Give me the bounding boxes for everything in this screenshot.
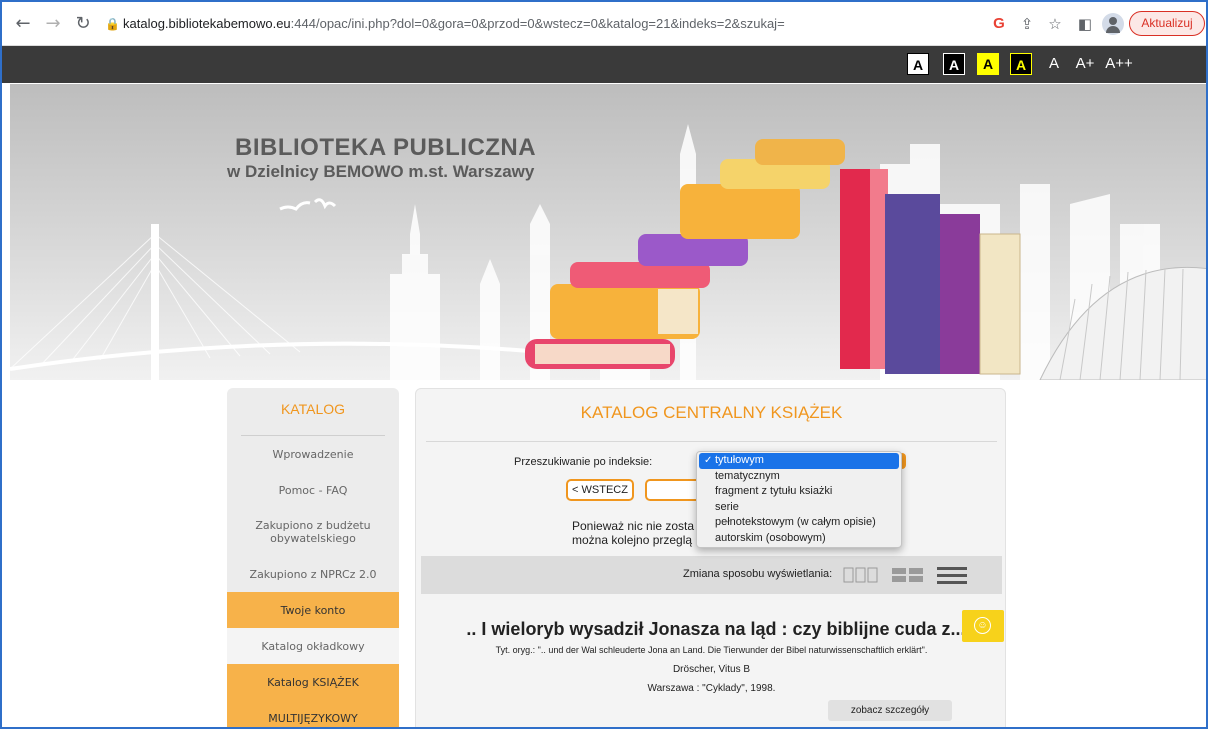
update-button[interactable]: Aktualizuj bbox=[1129, 11, 1205, 36]
kebab-menu-icon[interactable]: ⋮ bbox=[1200, 13, 1206, 35]
result-publication: Warszawa : "Cyklady", 1998. bbox=[647, 683, 776, 694]
divider bbox=[426, 441, 997, 442]
dropdown-option[interactable]: serie bbox=[697, 500, 901, 516]
dropdown-option[interactable]: pełnotekstowym (w całym opisie) bbox=[697, 515, 901, 531]
contrast-yellow-button[interactable]: A bbox=[977, 53, 999, 75]
profile-icon[interactable] bbox=[1102, 13, 1124, 35]
bookmark-star-icon[interactable]: ☆ bbox=[1044, 13, 1066, 35]
browser-toolbar: ← → ↻ 🔒 katalog.bibliotekabemowo.eu:444/o… bbox=[2, 2, 1206, 46]
accessibility-bar: A A A A A A+ A++ bbox=[2, 46, 1206, 83]
contrast-black-yellow-button[interactable]: A bbox=[1010, 53, 1032, 75]
page-title: KATALOG CENTRALNY KSIĄŻEK bbox=[580, 403, 843, 422]
google-icon[interactable]: G bbox=[988, 13, 1010, 35]
back-button[interactable]: < WSTECZ bbox=[566, 479, 634, 501]
font-bigger-button[interactable]: A+ bbox=[1074, 53, 1096, 75]
contrast-white-button[interactable]: A bbox=[907, 53, 929, 75]
url-host: katalog.bibliotekabemowo.eu bbox=[123, 16, 291, 31]
dropdown-option[interactable]: fragment z tytułu ksiażki bbox=[697, 484, 901, 500]
address-bar[interactable]: 🔒 katalog.bibliotekabemowo.eu:444/opac/in… bbox=[105, 10, 955, 38]
library-title: BIBLIOTEKA PUBLICZNA bbox=[235, 134, 537, 161]
main-panel: KATALOG CENTRALNY KSIĄŻEK Przeszukiwanie… bbox=[415, 388, 1006, 727]
index-search-label: Przeszukiwanie po indeksie: bbox=[514, 456, 653, 468]
sidebar-header: KATALOG bbox=[241, 388, 385, 436]
result-author: Dröscher, Vitus B bbox=[672, 664, 751, 675]
info-text-line1: Ponieważ nic nie zosta bbox=[572, 519, 695, 533]
check-icon: ✓ bbox=[704, 455, 713, 466]
sidebar-item-pomoc-faq[interactable]: Pomoc - FAQ bbox=[227, 472, 399, 508]
reload-icon[interactable]: ↻ bbox=[72, 13, 94, 35]
lock-icon[interactable]: 🔒 bbox=[105, 10, 123, 38]
sidebar-item-budzet-obywatelski[interactable]: Zakupiono z budżetu obywatelskiego bbox=[227, 508, 399, 556]
contrast-black-button[interactable]: A bbox=[943, 53, 965, 75]
smiley-button[interactable]: ☺ bbox=[962, 610, 1004, 642]
dropdown-option[interactable]: autorskim (osobowym) bbox=[697, 531, 901, 547]
smiley-icon: ☺ bbox=[974, 617, 991, 634]
library-subtitle: w Dzielnicy BEMOWO m.st. Warszawy bbox=[227, 162, 535, 181]
font-normal-button[interactable]: A bbox=[1043, 53, 1065, 75]
view-mode-label: Zmiana sposobu wyświetlania: bbox=[683, 568, 833, 580]
dropdown-option[interactable]: ✓ tytułowym bbox=[699, 453, 899, 469]
url-path: :444/opac/ini.php?dol=0&gora=0&przod=0&w… bbox=[290, 16, 785, 31]
share-icon[interactable]: ⇪ bbox=[1016, 13, 1038, 35]
tile-view-icon[interactable] bbox=[891, 565, 925, 585]
forward-icon[interactable]: → bbox=[42, 13, 64, 35]
dropdown-option[interactable]: tematycznym bbox=[697, 469, 901, 485]
banner-illustration bbox=[10, 124, 1206, 380]
sidebar-item-wprowadzenie[interactable]: Wprowadzenie bbox=[227, 436, 399, 472]
font-biggest-button[interactable]: A++ bbox=[1105, 53, 1133, 75]
list-view-icon[interactable] bbox=[936, 565, 968, 585]
grid-view-icon[interactable] bbox=[843, 565, 879, 585]
back-icon[interactable]: ← bbox=[12, 13, 34, 35]
sidebar-item-katalog-okladkowy[interactable]: Katalog okładkowy bbox=[227, 628, 399, 664]
index-dropdown[interactable]: ✓ tytułowym tematycznym fragment z tytułu… bbox=[696, 451, 902, 548]
sidebar-item-multijezykowy[interactable]: MULTIJĘZYKOWY bbox=[227, 700, 399, 727]
result-title[interactable]: .. I wieloryb wysadził Jonasza na ląd : … bbox=[456, 619, 976, 640]
browser-window: ← → ↻ 🔒 katalog.bibliotekabemowo.eu:444/o… bbox=[0, 0, 1208, 729]
result-original-title: Tyt. oryg.: ".. und der Wal schleuderte … bbox=[495, 645, 928, 655]
sidebar-item-katalog-ksiazek[interactable]: Katalog KSIĄŻEK bbox=[227, 664, 399, 700]
sidepanel-icon[interactable]: ◧ bbox=[1074, 13, 1096, 35]
sidebar: KATALOG Wprowadzenie Pomoc - FAQ Zakupio… bbox=[227, 388, 399, 727]
dropdown-option-label: tytułowym bbox=[715, 454, 764, 466]
view-mode-bar: Zmiana sposobu wyświetlania: bbox=[421, 556, 1002, 594]
info-text-line2: można kolejno przeglą bbox=[572, 533, 693, 547]
header-banner bbox=[10, 84, 1206, 380]
sidebar-item-twoje-konto[interactable]: Twoje konto bbox=[227, 592, 399, 628]
details-button[interactable]: zobacz szczegóły bbox=[828, 700, 952, 721]
sidebar-item-nprcz[interactable]: Zakupiono z NPRCz 2.0 bbox=[227, 556, 399, 592]
